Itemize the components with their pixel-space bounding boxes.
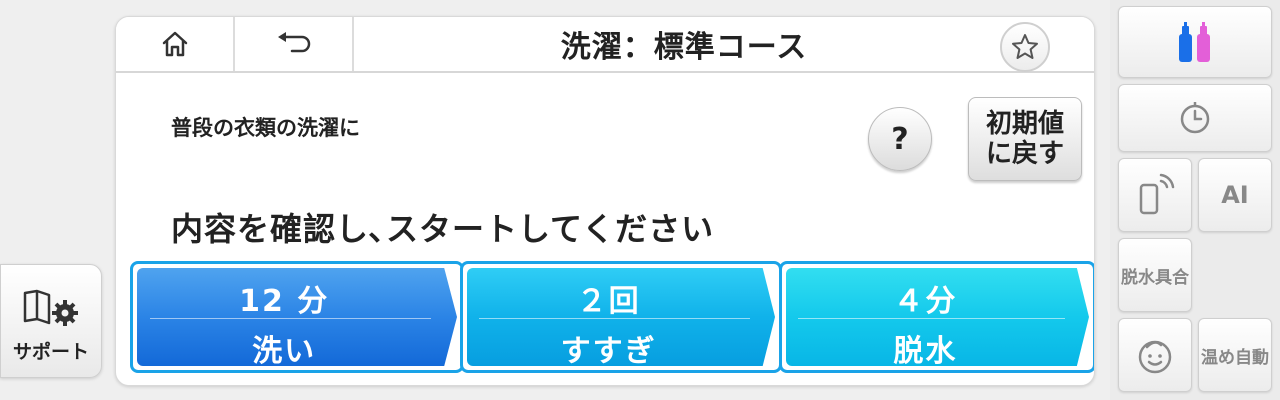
right-sidebar: AI 脱水具合 温め自動	[1110, 0, 1280, 400]
ai-button[interactable]: AI	[1198, 158, 1272, 232]
back-arrow-icon	[277, 32, 310, 53]
course-description: 普段の衣類の洗濯に	[171, 116, 360, 140]
step-spin[interactable]: ４分 脱水	[779, 261, 1094, 373]
star-icon	[1012, 34, 1038, 59]
back-button[interactable]	[235, 17, 354, 71]
timer-icon	[1180, 102, 1210, 134]
ai-label: AI	[1221, 181, 1249, 209]
page-title: 洗濯：標準コース	[560, 30, 808, 65]
step-rinse-value: ２回	[576, 284, 641, 319]
spin-level-button[interactable]: 脱水具合	[1118, 238, 1192, 312]
top-bar: 洗濯：標準コース	[116, 17, 1094, 73]
support-button[interactable]: サポート	[0, 264, 102, 378]
spin-level-label: 脱水具合	[1121, 267, 1189, 288]
step-rinse[interactable]: ２回 すすぎ	[460, 261, 782, 373]
smartphone-remote-icon	[1139, 173, 1175, 215]
remote-button[interactable]	[1118, 158, 1192, 232]
step-spin-value: ４分	[893, 284, 958, 319]
auto-warm-label: 温め自動	[1201, 347, 1269, 368]
step-wash-body: 12 分 洗い	[137, 268, 457, 366]
step-rinse-label: すすぎ	[560, 334, 657, 369]
child-face-icon	[1138, 340, 1172, 374]
support-label: サポート	[12, 341, 89, 363]
step-spin-label: 脱水	[893, 334, 958, 369]
timer-button[interactable]	[1118, 84, 1272, 152]
reset-defaults-label: 初期値に戻す	[985, 109, 1064, 169]
step-wash-label: 洗い	[252, 334, 317, 369]
step-divider	[479, 318, 751, 319]
auto-warm-button[interactable]: 温め自動	[1198, 318, 1272, 392]
manual-gear-icon	[23, 289, 78, 326]
start-prompt: 内容を確認し､スタートしてください	[171, 210, 715, 248]
home-icon	[162, 31, 187, 57]
step-rinse-body: ２回 すすぎ	[467, 268, 775, 366]
main-panel: 洗濯：標準コース 普段の衣類の洗濯に ? 初期値に戻す 内容を確認し､スタートし…	[115, 16, 1095, 386]
step-divider	[149, 318, 432, 319]
step-spin-body: ４分 脱水	[786, 268, 1089, 366]
step-wash[interactable]: 12 分 洗い	[130, 261, 464, 373]
favorite-button[interactable]	[1000, 22, 1050, 72]
reset-defaults-button[interactable]: 初期値に戻す	[968, 97, 1082, 181]
help-button[interactable]: ?	[868, 107, 932, 171]
step-wash-value: 12 分	[239, 284, 330, 319]
step-divider	[798, 318, 1065, 319]
child-lock-button[interactable]	[1118, 318, 1192, 392]
detergent-bottles-icon	[1179, 22, 1210, 62]
home-button[interactable]	[116, 17, 235, 71]
detergent-button[interactable]	[1118, 6, 1272, 78]
